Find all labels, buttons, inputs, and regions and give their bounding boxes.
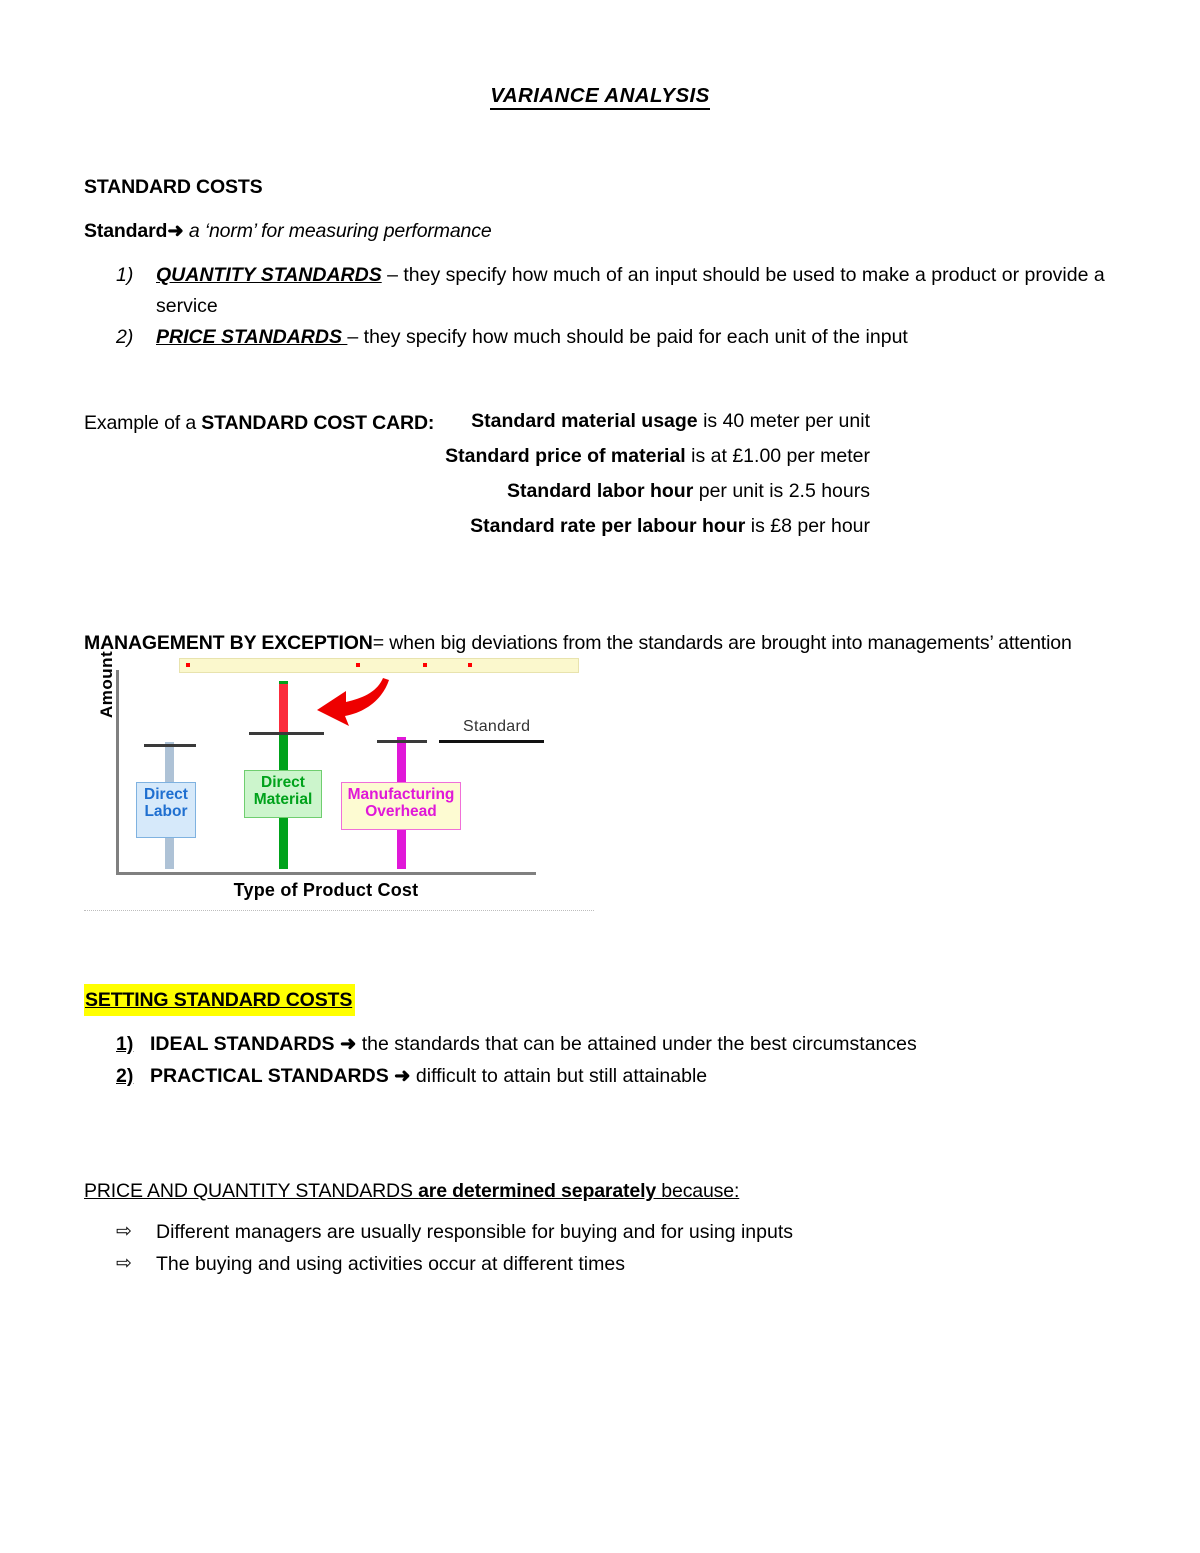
list-item-text: The buying and using activities occur at…	[156, 1253, 625, 1275]
list-item-body: QUANTITY STANDARDS – they specify how mu…	[156, 260, 1126, 322]
list-item-text: difficult to attain but still attainable	[410, 1065, 708, 1087]
standard-tick-manufacturing-overhead	[377, 740, 427, 743]
standard-annotation-label: Standard	[463, 718, 531, 735]
label-direct-labor: Direct Labor	[136, 782, 196, 838]
list-item-number: 1)	[116, 264, 134, 286]
chart-x-axis-label: Type of Product Cost	[233, 880, 419, 900]
standard-annotation-line	[439, 740, 544, 743]
standard-definition-text: a ‘norm’ for measuring performance	[188, 220, 492, 242]
standard-cost-card: Standard material usage is 40 meter per …	[420, 404, 870, 544]
standard-definition-term: Standard	[84, 220, 168, 242]
list-item: 2) PRACTICAL STANDARDS ➜ difficult to at…	[116, 1060, 1126, 1092]
cost-card-row: Standard material usage is 40 meter per …	[420, 404, 870, 439]
arrow-bullet-icon: ⇨	[116, 1253, 132, 1274]
list-item-term: PRICE STANDARDS	[156, 326, 348, 348]
section-heading-setting-standard-costs: SETTING STANDARD COSTS	[84, 984, 356, 1016]
label-direct-material-line2: Material	[253, 791, 313, 808]
management-by-exception-text: = when big deviations from the standards…	[372, 632, 1072, 654]
list-item: ⇨ The buying and using activities occur …	[116, 1248, 1126, 1280]
list-item: 2) PRICE STANDARDS – they specify how mu…	[116, 322, 1126, 353]
cost-card-row-term: Standard rate per labour hour	[470, 515, 746, 537]
list-item-text: the standards that can be attained under…	[356, 1033, 917, 1055]
management-by-exception-line: MANAGEMENT BY EXCEPTION= when big deviat…	[84, 628, 1124, 658]
list-item-term: IDEAL STANDARDS	[150, 1033, 335, 1055]
standards-type-list: 1) QUANTITY STANDARDS – they specify how…	[116, 260, 1126, 353]
list-item-term: PRACTICAL STANDARDS	[150, 1065, 389, 1087]
list-item-number: 2)	[116, 1065, 134, 1087]
cost-card-row-value: is at £1.00 per meter	[685, 445, 870, 467]
cost-card-row: Standard price of material is at £1.00 p…	[420, 439, 870, 474]
arrow-bullet-icon: ⇨	[116, 1221, 132, 1242]
page-title-text: VARIANCE ANALYSIS	[490, 84, 710, 110]
cost-card-row-term: Standard price of material	[445, 445, 686, 467]
pq-heading-plain: PRICE AND QUANTITY STANDARDS	[84, 1180, 419, 1202]
list-item: 1) QUANTITY STANDARDS – they specify how…	[116, 260, 1126, 322]
cost-card-row-value: per unit is 2.5 hours	[693, 480, 870, 502]
section-heading-price-and-quantity: PRICE AND QUANTITY STANDARDS are determi…	[84, 1176, 739, 1206]
list-item-text: Different managers are usually responsib…	[156, 1221, 794, 1243]
cost-card-row-term: Standard labor hour	[506, 480, 694, 502]
cost-card-label: Example of a STANDARD COST CARD:	[84, 408, 434, 438]
red-arrow-icon	[317, 678, 389, 726]
list-item-body: IDEAL STANDARDS ➜ the standards that can…	[150, 1028, 917, 1060]
pq-heading-tail: because:	[656, 1180, 740, 1202]
list-item-body: PRICE STANDARDS – they specify how much …	[156, 322, 1126, 353]
label-direct-labor-line2: Labor	[144, 803, 188, 820]
figure-divider	[84, 910, 594, 911]
standard-tick-direct-labor	[144, 744, 196, 747]
label-direct-material: Direct Material	[244, 770, 322, 818]
chart-plot-area: Amount Direct Labor Direct Material Manu…	[97, 651, 544, 875]
price-quantity-reasons-list: ⇨ Different managers are usually respons…	[116, 1216, 1126, 1280]
cost-card-label-prefix: Example of a	[84, 412, 202, 434]
list-item: 1) IDEAL STANDARDS ➜ the standards that …	[116, 1028, 1126, 1060]
cost-card-row-term: Standard material usage	[471, 410, 698, 432]
setting-standards-list: 1) IDEAL STANDARDS ➜ the standards that …	[116, 1028, 1126, 1092]
label-direct-material-line1: Direct	[261, 774, 305, 791]
list-item-number: 1)	[116, 1033, 134, 1055]
standard-tick-direct-material	[249, 732, 324, 735]
cost-card-row: Standard labor hour per unit is 2.5 hour…	[420, 474, 870, 509]
list-item-text: – they specify how much should be paid f…	[347, 326, 908, 348]
arrow-icon: ➜	[339, 1033, 357, 1055]
page-title: VARIANCE ANALYSIS	[0, 84, 1200, 110]
list-item-number: 2)	[116, 326, 134, 348]
pq-heading-bold: are determined separately	[418, 1180, 657, 1202]
label-manufacturing-overhead-line2: Overhead	[365, 803, 437, 820]
cost-card-row: Standard rate per labour hour is £8 per …	[420, 509, 870, 544]
section-heading-standard-costs: STANDARD COSTS	[84, 176, 263, 198]
label-manufacturing-overhead: Manufacturing Overhead	[341, 782, 461, 830]
list-item-term: QUANTITY STANDARDS	[156, 264, 382, 286]
standard-definition-line: Standard➜ a ‘norm’ for measuring perform…	[84, 216, 492, 246]
chart-y-axis-label: Amount	[97, 650, 116, 718]
management-by-exception-term: MANAGEMENT BY EXCEPTION	[84, 632, 373, 654]
cost-card-row-value: is 40 meter per unit	[697, 410, 870, 432]
list-item: ⇨ Different managers are usually respons…	[116, 1216, 1126, 1248]
arrow-icon: ➜	[167, 220, 184, 242]
label-manufacturing-overhead-line1: Manufacturing	[347, 786, 455, 803]
document-page: VARIANCE ANALYSIS STANDARD COSTS Standar…	[0, 0, 1200, 1553]
cost-card-label-bold: STANDARD COST CARD:	[201, 412, 435, 434]
list-item-body: PRACTICAL STANDARDS ➜ difficult to attai…	[150, 1060, 707, 1092]
arrow-icon: ➜	[394, 1065, 411, 1087]
product-cost-chart: Amount Direct Labor Direct Material Manu…	[84, 651, 594, 916]
bar-direct-material-overage	[279, 684, 288, 734]
label-direct-labor-line1: Direct	[144, 786, 188, 803]
cost-card-row-value: is £8 per hour	[745, 515, 870, 537]
